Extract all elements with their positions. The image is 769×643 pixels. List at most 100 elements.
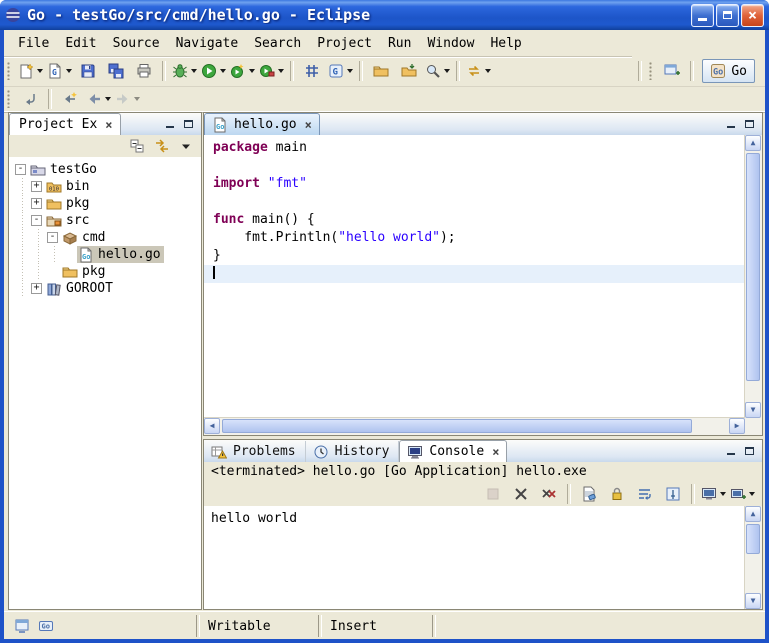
code-line-5[interactable]: func main() {	[204, 211, 745, 229]
fast-view-button[interactable]	[12, 617, 32, 635]
link-with-editor-button[interactable]	[150, 136, 174, 156]
dropdown-arrow-icon[interactable]	[66, 69, 72, 73]
close-icon[interactable]: ×	[105, 119, 112, 131]
code-line-8[interactable]	[204, 265, 745, 283]
scrollbar-thumb[interactable]	[746, 524, 760, 554]
go-launch-button[interactable]: Go	[36, 617, 56, 635]
minimize-button[interactable]	[691, 4, 714, 27]
remove-launch-button[interactable]	[507, 482, 535, 506]
code-line-2[interactable]	[204, 157, 745, 175]
maximize-view-button[interactable]	[740, 116, 758, 132]
collapse-icon[interactable]: -	[31, 215, 42, 226]
collapse-all-button[interactable]	[126, 136, 150, 156]
eclipse-logo-icon[interactable]	[5, 7, 21, 23]
minimize-view-button[interactable]	[161, 116, 179, 132]
dropdown-arrow-icon[interactable]	[278, 69, 284, 73]
code-line-4[interactable]	[204, 193, 745, 211]
save-all-button[interactable]	[102, 59, 130, 83]
editor-vertical-scrollbar[interactable]: ▲ ▼	[744, 135, 762, 418]
scrollbar-thumb[interactable]	[222, 419, 692, 433]
maximize-button[interactable]	[716, 4, 739, 27]
dropdown-arrow-icon[interactable]	[444, 69, 450, 73]
menu-search[interactable]: Search	[246, 34, 309, 53]
tab-hello-go[interactable]: Go hello.go ×	[204, 113, 320, 135]
tree-item-cmd[interactable]: -cmd	[9, 229, 201, 246]
terminate-button[interactable]	[479, 482, 507, 506]
tree-item-pkg[interactable]: pkg	[9, 263, 201, 280]
scroll-down-button[interactable]: ▼	[745, 402, 761, 418]
open-resource-button[interactable]	[395, 59, 423, 83]
clear-console-button[interactable]	[575, 482, 603, 506]
code-line-6[interactable]: fmt.Println("hello world");	[204, 229, 745, 247]
remove-all-terminated-button[interactable]	[535, 482, 563, 506]
scroll-lock-button[interactable]	[603, 482, 631, 506]
dropdown-arrow-icon[interactable]	[37, 69, 43, 73]
menu-source[interactable]: Source	[105, 34, 168, 53]
debug-button[interactable]	[170, 59, 199, 83]
tree-item-pkg[interactable]: +pkg	[9, 195, 201, 212]
tab-history[interactable]: History	[306, 441, 400, 462]
tree-item-testgo[interactable]: -testGo	[9, 161, 201, 178]
dropdown-arrow-icon[interactable]	[249, 69, 255, 73]
last-edit-location-button[interactable]	[56, 87, 84, 111]
open-plugin-button[interactable]	[367, 59, 395, 83]
dropdown-arrow-icon[interactable]	[191, 69, 197, 73]
scrollbar-thumb[interactable]	[746, 153, 760, 381]
close-button[interactable]: ×	[741, 4, 764, 27]
dropdown-arrow-icon[interactable]	[347, 69, 353, 73]
collapse-icon[interactable]: -	[47, 232, 58, 243]
tab-console[interactable]: Console×	[399, 440, 507, 462]
run-button[interactable]	[199, 59, 228, 83]
perspective-go-button[interactable]: GoGo	[702, 59, 755, 83]
menu-navigate[interactable]: Navigate	[168, 34, 247, 53]
code-line-1[interactable]: package main	[204, 139, 745, 157]
menu-window[interactable]: Window	[419, 34, 482, 53]
scroll-left-button[interactable]: ◀	[204, 418, 220, 434]
scroll-up-button[interactable]: ▲	[745, 135, 761, 151]
expand-icon[interactable]: +	[31, 198, 42, 209]
dropdown-arrow-icon[interactable]	[134, 97, 140, 101]
expand-icon[interactable]: +	[31, 283, 42, 294]
scroll-up-button[interactable]: ▲	[745, 506, 761, 522]
search-button[interactable]	[423, 59, 452, 83]
new-go-package-button[interactable]	[298, 59, 326, 83]
external-tools-button[interactable]	[257, 59, 286, 83]
console-vertical-scrollbar[interactable]: ▲ ▼	[744, 506, 762, 609]
display-selected-console-button[interactable]	[699, 482, 728, 506]
maximize-view-button[interactable]	[740, 443, 758, 459]
dropdown-arrow-icon[interactable]	[220, 69, 226, 73]
run-last-button[interactable]	[228, 59, 257, 83]
toolbar-grip[interactable]	[7, 90, 11, 108]
synchronize-button[interactable]	[464, 59, 493, 83]
minimize-view-button[interactable]	[722, 443, 740, 459]
new-go-element-button[interactable]: G	[326, 59, 355, 83]
forward-button[interactable]	[113, 87, 142, 111]
tab-problems[interactable]: Problems	[204, 441, 306, 462]
expand-icon[interactable]: +	[31, 181, 42, 192]
word-wrap-button[interactable]	[631, 482, 659, 506]
dropdown-arrow-icon[interactable]	[720, 492, 726, 496]
tree-item-src[interactable]: -src	[9, 212, 201, 229]
scroll-right-button[interactable]: ▶	[729, 418, 745, 434]
minimize-view-button[interactable]	[722, 116, 740, 132]
pin-console-button[interactable]	[659, 482, 687, 506]
tab-project-explorer[interactable]: Project Ex ×	[9, 113, 121, 135]
scroll-down-button[interactable]: ▼	[745, 593, 761, 609]
next-annotation-button[interactable]	[16, 87, 44, 111]
menu-run[interactable]: Run	[380, 34, 419, 53]
new-wizard-button[interactable]	[16, 59, 45, 83]
maximize-view-button[interactable]	[179, 116, 197, 132]
print-button[interactable]	[130, 59, 158, 83]
collapse-icon[interactable]: -	[15, 164, 26, 175]
back-button[interactable]	[84, 87, 113, 111]
menu-help[interactable]: Help	[482, 34, 529, 53]
dropdown-arrow-icon[interactable]	[749, 492, 755, 496]
new-go-file-button[interactable]: G	[45, 59, 74, 83]
toolbar-grip[interactable]	[7, 62, 11, 80]
titlebar[interactable]: Go - testGo/src/cmd/hello.go - Eclipse ×	[0, 0, 769, 30]
close-icon[interactable]: ×	[305, 119, 312, 131]
tree-item-hello-go[interactable]: Gohello.go	[9, 246, 201, 263]
code-editor[interactable]: package mainimport "fmt"func main() { fm…	[204, 135, 745, 418]
menu-project[interactable]: Project	[309, 34, 380, 53]
menu-edit[interactable]: Edit	[57, 34, 104, 53]
